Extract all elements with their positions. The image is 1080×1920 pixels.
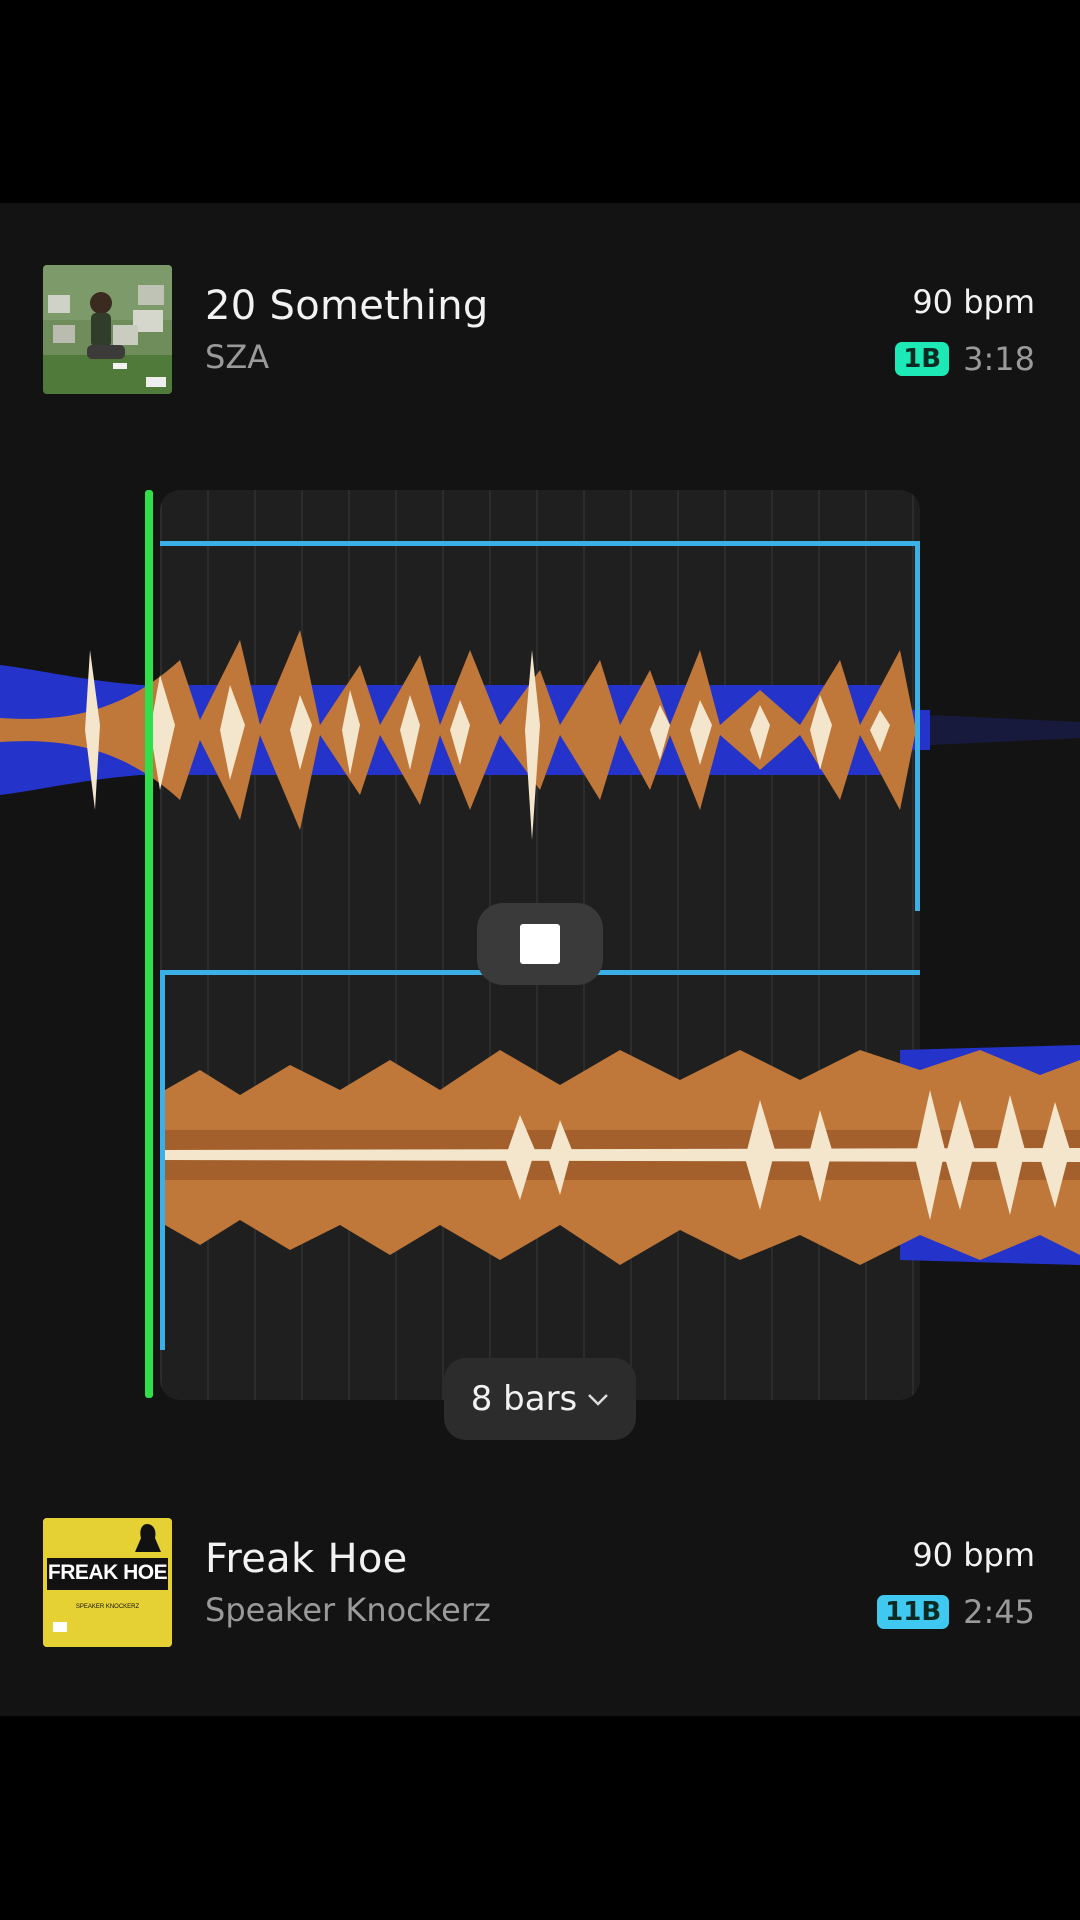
cover-subtitle: SPEAKER KNOCKERZ (75, 1604, 140, 1610)
key-badge: 1B (895, 342, 950, 376)
track-bpm: 90 bpm (912, 1536, 1035, 1574)
stop-button[interactable] (477, 903, 603, 985)
track-deck-a[interactable]: 20 Something SZA 90 bpm 1B 3:18 (0, 265, 1080, 395)
waveform-b[interactable] (165, 1045, 1080, 1265)
cover-title: FREAK HOE (47, 1561, 168, 1584)
track-artist: Speaker Knockerz (205, 1591, 491, 1629)
stop-icon (520, 924, 560, 964)
track-bpm: 90 bpm (912, 283, 1035, 321)
playhead[interactable] (145, 490, 153, 1398)
track-artist: SZA (205, 338, 270, 376)
loop-length-label: 8 bars (470, 1379, 578, 1419)
track-duration: 2:45 (963, 1593, 1035, 1631)
track-title: 20 Something (205, 283, 489, 329)
track-title: Freak Hoe (205, 1536, 408, 1582)
track-duration: 3:18 (963, 340, 1035, 378)
album-cover-b: FREAK HOE SPEAKER KNOCKERZ (43, 1518, 172, 1647)
album-cover-a (43, 265, 172, 394)
chevron-down-icon (587, 1384, 609, 1414)
loop-length-dropdown[interactable]: 8 bars (444, 1358, 636, 1440)
track-deck-b[interactable]: FREAK HOE SPEAKER KNOCKERZ Freak Hoe Spe… (0, 1518, 1080, 1648)
key-badge: 11B (877, 1595, 950, 1629)
